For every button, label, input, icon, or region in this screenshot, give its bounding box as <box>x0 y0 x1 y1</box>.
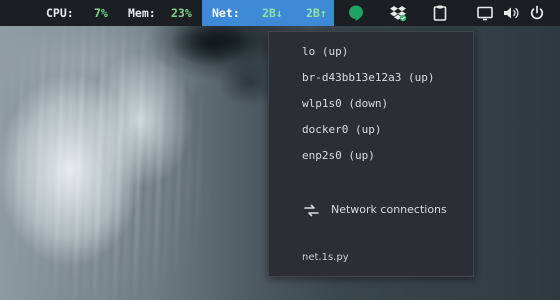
net-up-speed: 2B↑ <box>306 6 327 20</box>
menu-item-br[interactable]: br-d43bb13e12a3 (up) <box>302 71 434 89</box>
cpu-value: 7% <box>94 6 108 20</box>
menu-item-wlp1s0[interactable]: wlp1s0 (down) <box>302 97 388 115</box>
network-connections-item[interactable]: Network connections <box>331 203 447 216</box>
volume-icon[interactable] <box>502 4 520 22</box>
menu-item-lo[interactable]: lo (up) <box>302 45 348 63</box>
menu-footer-script: net.1s.py <box>302 252 349 263</box>
power-icon[interactable] <box>528 4 546 22</box>
net-down-speed: 2B↓ <box>262 6 283 20</box>
mem-value: 23% <box>171 6 192 20</box>
network-menu: lo (up) br-d43bb13e12a3 (up) wlp1s0 (dow… <box>268 31 474 277</box>
menu-item-enp2s0[interactable]: enp2s0 (up) <box>302 149 375 167</box>
net-indicator[interactable]: Net: 2B↓ 2B↑ <box>202 0 334 26</box>
dropbox-icon[interactable] <box>389 4 407 22</box>
display-icon[interactable] <box>476 4 494 22</box>
clipboard-icon[interactable] <box>431 4 449 22</box>
cpu-label: CPU: <box>46 6 74 20</box>
menu-item-docker0[interactable]: docker0 (up) <box>302 123 381 141</box>
network-transfer-icon <box>304 202 319 217</box>
net-label: Net: <box>212 6 240 20</box>
hangouts-icon[interactable] <box>347 4 365 22</box>
wallpaper-cliff <box>150 22 280 112</box>
mem-label: Mem: <box>128 6 156 20</box>
top-status-bar: CPU: 7% Mem: 23% Net: 2B↓ 2B↑ <box>0 0 560 26</box>
